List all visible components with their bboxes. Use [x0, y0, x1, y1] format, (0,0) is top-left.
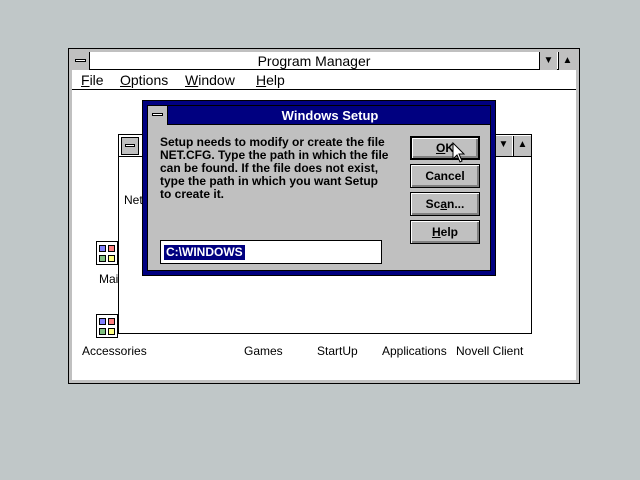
system-menu-icon[interactable] [72, 52, 90, 70]
program-manager-title: Program Manager [257, 53, 371, 69]
menu-options[interactable]: Options [120, 71, 168, 90]
main-group-label-partial: Mai [99, 272, 119, 286]
group-icon[interactable] [96, 241, 118, 265]
group-window-label-partial: Net [124, 193, 143, 207]
group-icon[interactable] [96, 314, 118, 338]
menu-window[interactable]: Window [185, 71, 235, 90]
dialog-title: Windows Setup [281, 108, 379, 123]
dialog-titlebar[interactable]: Windows Setup [148, 106, 490, 125]
group-label-accessories[interactable]: Accessories [82, 344, 147, 358]
mouse-pointer-icon [452, 142, 466, 163]
minimize-icon[interactable]: ▼ [539, 52, 557, 70]
menu-bar: File Options Window Help [72, 71, 576, 90]
menu-file[interactable]: File [81, 71, 104, 90]
scan-button[interactable]: Scan... [410, 192, 480, 216]
group-label-startup[interactable]: StartUp [317, 344, 358, 358]
dialog-message: Setup needs to modify or create the file… [160, 135, 389, 201]
system-menu-icon[interactable] [121, 137, 139, 155]
windows-setup-dialog: Windows Setup Setup needs to modify or c… [142, 100, 496, 276]
maximize-icon[interactable]: ▲ [513, 136, 531, 156]
system-menu-icon[interactable] [148, 106, 168, 125]
ok-button[interactable]: OK [410, 136, 480, 160]
help-button[interactable]: Help [410, 220, 480, 244]
path-input[interactable]: C:\WINDOWS [160, 240, 382, 264]
group-label-novell-client[interactable]: Novell Client [456, 344, 523, 358]
path-input-value: C:\WINDOWS [164, 245, 245, 260]
maximize-icon[interactable]: ▲ [558, 52, 576, 70]
dialog-body: Windows Setup Setup needs to modify or c… [147, 105, 491, 271]
group-label-applications[interactable]: Applications [382, 344, 447, 358]
program-manager-titlebar[interactable]: Program Manager ▼ ▲ [72, 52, 576, 70]
menu-help[interactable]: Help [256, 71, 285, 90]
group-label-games[interactable]: Games [244, 344, 283, 358]
minimize-icon[interactable]: ▼ [494, 136, 512, 156]
cancel-button[interactable]: Cancel [410, 164, 480, 188]
